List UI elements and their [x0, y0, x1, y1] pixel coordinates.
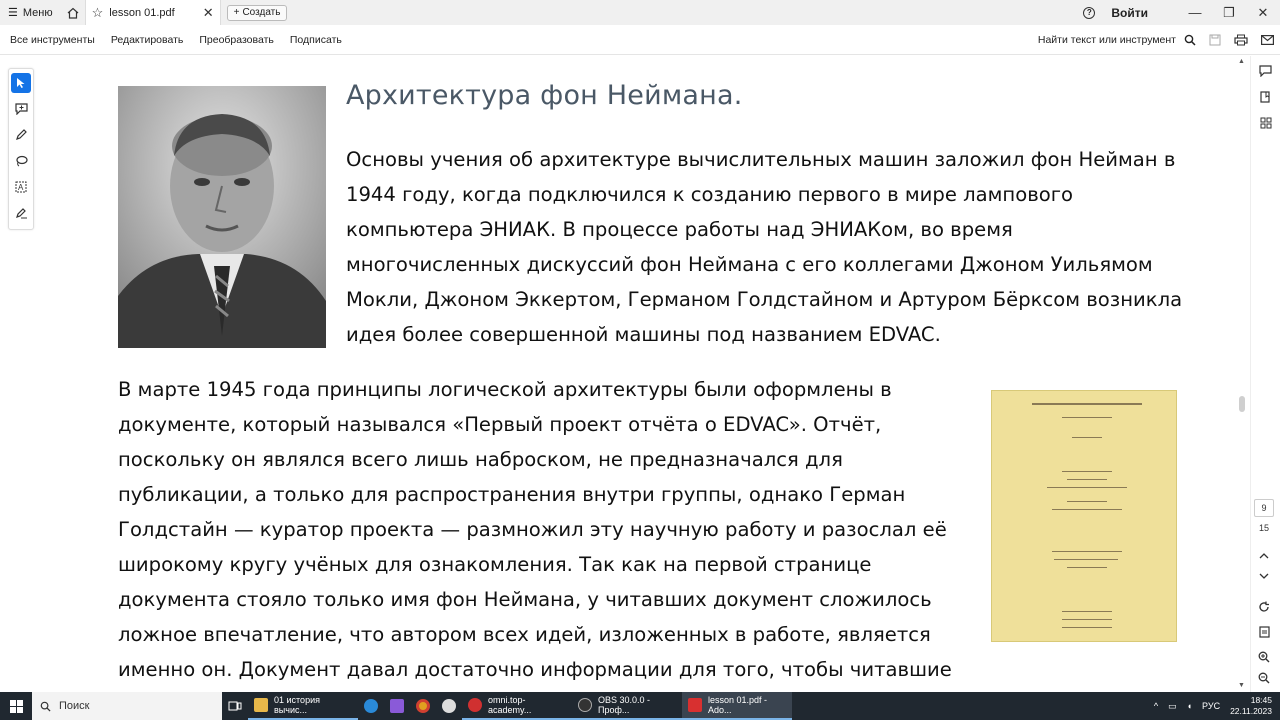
chrome-icon [416, 699, 430, 713]
select-cursor-icon[interactable] [11, 73, 31, 93]
scroll-up-icon[interactable]: ▲ [1238, 58, 1245, 65]
search-label: Поиск [59, 700, 90, 712]
taskbar-search[interactable]: Поиск [32, 692, 222, 720]
tab-bar: ☰ Меню ☆ lesson 01.pdf ✕ + Создать ? Вой… [0, 0, 1280, 25]
all-tools-menu[interactable]: Все инструменты [10, 34, 95, 46]
paragraph-2: В марте 1945 года принципы логической ар… [118, 378, 952, 681]
fit-page-icon[interactable] [1254, 624, 1274, 640]
signature-icon[interactable] [11, 203, 31, 223]
clock-date: 22.11.2023 [1230, 706, 1272, 716]
tab-title: lesson 01.pdf [109, 6, 175, 19]
tab-lesson-pdf[interactable]: ☆ lesson 01.pdf ✕ [84, 0, 221, 25]
minimize-icon[interactable]: — [1178, 5, 1212, 20]
windows-start-icon[interactable] [0, 692, 32, 720]
refresh-icon[interactable] [1254, 599, 1274, 615]
find-tool[interactable]: Найти текст или инструмент [1038, 34, 1196, 46]
windows-taskbar: Поиск 01 история вычис... omni.top-acade… [0, 692, 1280, 720]
yandex-icon [468, 698, 482, 712]
taskbar-item-label: OBS 30.0.0 - Проф... [598, 695, 651, 715]
star-icon[interactable]: ☆ [92, 5, 104, 21]
edge-icon [364, 699, 378, 713]
scroll-down-icon[interactable]: ▼ [1238, 682, 1245, 689]
visual-studio-icon [390, 699, 404, 713]
acrobat-icon [688, 698, 702, 712]
prev-page-icon[interactable] [1254, 548, 1274, 564]
page-total: 15 [1258, 523, 1269, 533]
taskbar-item-label: 01 история вычис... [274, 695, 320, 715]
volume-icon[interactable]: ◖ [1187, 701, 1192, 711]
quick-tools-rail: A [8, 68, 34, 230]
task-view-icon[interactable] [222, 692, 248, 720]
sign-menu[interactable]: Подписать [290, 34, 342, 46]
lasso-icon[interactable] [11, 151, 31, 171]
search-icon [40, 701, 51, 712]
comments-panel-icon[interactable] [1255, 60, 1277, 82]
mail-icon[interactable] [1254, 25, 1280, 55]
hamburger-icon: ☰ [8, 7, 18, 19]
next-page-icon[interactable] [1254, 568, 1274, 584]
home-button[interactable] [61, 0, 85, 25]
signin-button[interactable]: Войти [1111, 6, 1148, 20]
clock-time: 18:45 [1250, 695, 1272, 705]
taskbar-item-label: omni.top-academy... [488, 695, 532, 715]
taskbar-chrome[interactable] [410, 692, 436, 720]
svg-text:A: A [18, 183, 24, 192]
menu-button[interactable]: ☰ Меню [0, 0, 61, 25]
tray-chevron-icon[interactable]: ^ [1154, 701, 1158, 711]
create-button[interactable]: + Создать [226, 4, 288, 21]
close-window-icon[interactable]: ✕ [1246, 5, 1280, 21]
taskbar-yandex[interactable]: omni.top-academy... [462, 692, 572, 720]
edvac-document-image [991, 390, 1177, 642]
create-label: Создать [242, 7, 281, 18]
text-box-icon[interactable]: A [11, 177, 31, 197]
zoom-in-icon[interactable] [1254, 649, 1274, 665]
vertical-scrollbar[interactable]: ▲ ▼ [1236, 56, 1248, 692]
scroll-thumb[interactable] [1239, 396, 1245, 412]
edit-menu[interactable]: Редактировать [111, 34, 184, 46]
zoom-out-icon[interactable] [1254, 670, 1274, 686]
home-icon [67, 7, 79, 19]
pen-icon[interactable] [11, 125, 31, 145]
taskbar-app[interactable] [436, 692, 462, 720]
menu-label: Меню [22, 6, 53, 19]
network-icon[interactable]: ▭ [1168, 701, 1177, 712]
app-icon [442, 699, 456, 713]
language-indicator[interactable]: РУС [1202, 701, 1220, 711]
taskbar-item-label: lesson 01.pdf - Ado... [708, 695, 768, 715]
main-toolbar: Все инструменты Редактировать Преобразов… [0, 25, 1280, 55]
page-number-input[interactable]: 9 [1254, 499, 1274, 517]
paragraph-1: Основы учения об архитектуре вычислитель… [346, 148, 1183, 346]
bookmark-panel-icon[interactable] [1255, 86, 1277, 108]
help-icon[interactable]: ? [1083, 6, 1096, 19]
clock[interactable]: 18:45 22.11.2023 [1230, 695, 1272, 717]
restore-icon[interactable]: ❐ [1212, 5, 1246, 21]
system-tray: ^ ▭ ◖ РУС 18:45 22.11.2023 [1154, 695, 1280, 717]
taskbar-obs[interactable]: OBS 30.0.0 - Проф... [572, 692, 682, 720]
thumbnails-panel-icon[interactable] [1255, 112, 1277, 134]
comment-icon[interactable] [11, 99, 31, 119]
taskbar-vs[interactable] [384, 692, 410, 720]
document-page: Архитектура фон Неймана. Основы учения о… [40, 56, 1236, 692]
save-icon[interactable] [1202, 25, 1228, 55]
portrait-photo [118, 86, 326, 348]
search-icon [1184, 34, 1196, 46]
taskbar-explorer[interactable]: 01 история вычис... [248, 692, 358, 720]
taskbar-edge[interactable] [358, 692, 384, 720]
print-icon[interactable] [1228, 25, 1254, 55]
page-title: Архитектура фон Неймана. [346, 80, 743, 111]
convert-menu[interactable]: Преобразовать [199, 34, 274, 46]
taskbar-acrobat[interactable]: lesson 01.pdf - Ado... [682, 692, 792, 720]
obs-icon [578, 698, 592, 712]
find-label: Найти текст или инструмент [1037, 33, 1176, 46]
plus-icon: + [233, 7, 240, 18]
right-panel-rail [1250, 56, 1280, 692]
folder-icon [254, 698, 268, 712]
close-tab-icon[interactable]: ✕ [203, 5, 214, 21]
